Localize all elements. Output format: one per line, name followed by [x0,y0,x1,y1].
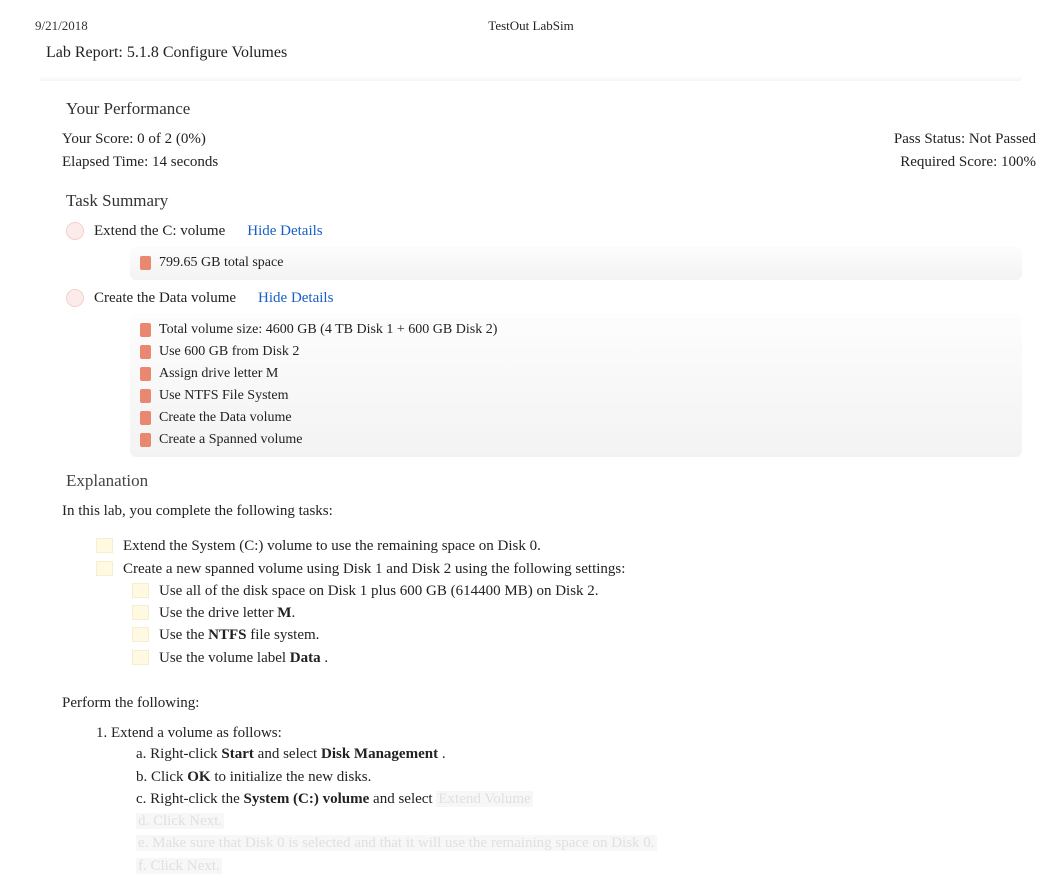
task1-details-panel: 799.65 GB total space [130,246,1022,280]
step-1b: b. Click OK to initialize the new disks. [136,766,1022,788]
bullet-icon [132,583,149,598]
fail-marker-icon [140,345,151,359]
fail-marker-icon [140,433,151,447]
bullet-icon [132,650,149,665]
fail-marker-icon [140,389,151,403]
list-item: Use the drive letter M. [132,602,1022,624]
explanation-intro: In this lab, you complete the following … [62,501,1022,521]
detail-row: Total volume size: 4600 GB (4 TB Disk 1 … [130,319,1022,341]
step-1f: f. Click Next. [136,855,1022,877]
step-1d: d. Click Next. [136,810,1022,832]
detail-row: Create the Data volume [130,407,1022,429]
list-text: Use the NTFS file system. [159,625,319,645]
faded-text: d. Click Next. [136,813,224,829]
performance-panel [40,77,1022,81]
bullet-icon [132,627,149,642]
step-1a: a. Right-click Start and select Disk Man… [136,743,1022,765]
task1-text: Extend the C: volume [94,223,225,240]
detail-text: Assign drive letter M [159,366,278,382]
bullet-icon [96,538,113,553]
report-title: Lab Report: 5.1.8 Configure Volumes [0,34,1062,72]
elapsed-time: Elapsed Time: 14 seconds [62,154,218,171]
status-fail-icon [66,289,84,307]
perform-intro: Perform the following: [62,675,1022,713]
bullet-icon [96,561,113,576]
list-item: Extend the System (C:) volume to use the… [96,535,1022,557]
list-item: Use the NTFS file system. [132,624,1022,646]
task2-text: Create the Data volume [94,290,236,307]
detail-row: Assign drive letter M [130,363,1022,385]
task-row-1: Extend the C: volume Hide Details [0,219,1062,243]
performance-heading: Your Performance [0,89,1062,127]
detail-text: 799.65 GB total space [159,255,283,271]
your-score: Your Score: 0 of 2 (0%) [62,131,206,148]
fail-marker-icon [140,323,151,337]
faded-text: e. Make sure that Disk 0 is selected and… [136,835,657,851]
fail-marker-icon [140,367,151,381]
bullet-icon [132,605,149,620]
detail-text: Total volume size: 4600 GB (4 TB Disk 1 … [159,322,497,338]
pass-status: Pass Status: Not Passed [894,131,1036,148]
task-summary-heading: Task Summary [0,173,1062,219]
list-text: Extend the System (C:) volume to use the… [123,536,541,556]
detail-row: 799.65 GB total space [130,252,1022,274]
required-score: Required Score: 100% [900,154,1036,171]
explanation-heading: Explanation [0,463,1062,497]
detail-row: Create a Spanned volume [130,429,1022,451]
list-text: Use the volume label Data . [159,648,328,668]
detail-text: Use NTFS File System [159,388,289,404]
detail-row: Use 600 GB from Disk 2 [130,341,1022,363]
list-text: Use all of the disk space on Disk 1 plus… [159,581,599,601]
task2-details-panel: Total volume size: 4600 GB (4 TB Disk 1 … [130,313,1022,457]
detail-text: Create a Spanned volume [159,432,302,448]
hide-details-link[interactable]: Hide Details [258,290,333,307]
detail-row: Use NTFS File System [130,385,1022,407]
fail-marker-icon [140,411,151,425]
list-item: Use all of the disk space on Disk 1 plus… [132,580,1022,602]
list-text: Use the drive letter M. [159,603,295,623]
detail-text: Use 600 GB from Disk 2 [159,344,299,360]
step-1: 1. Extend a volume as follows: a. Right-… [96,723,1022,877]
step-1e: e. Make sure that Disk 0 is selected and… [136,832,1022,854]
task-row-2: Create the Data volume Hide Details [0,286,1062,310]
list-item: Create a new spanned volume using Disk 1… [96,558,1022,580]
header-title: TestOut LabSim [488,18,573,34]
hide-details-link[interactable]: Hide Details [247,223,322,240]
detail-text: Create the Data volume [159,410,292,426]
fail-marker-icon [140,256,151,270]
header-date: 9/21/2018 [35,18,88,34]
status-fail-icon [66,222,84,240]
step-1c: c. Right-click the System (C:) volume an… [136,788,1022,810]
faded-text: Extend Volume [436,791,532,807]
faded-text: f. Click Next. [136,858,222,874]
list-item: Use the volume label Data . [132,647,1022,669]
list-text: Create a new spanned volume using Disk 1… [123,559,625,579]
